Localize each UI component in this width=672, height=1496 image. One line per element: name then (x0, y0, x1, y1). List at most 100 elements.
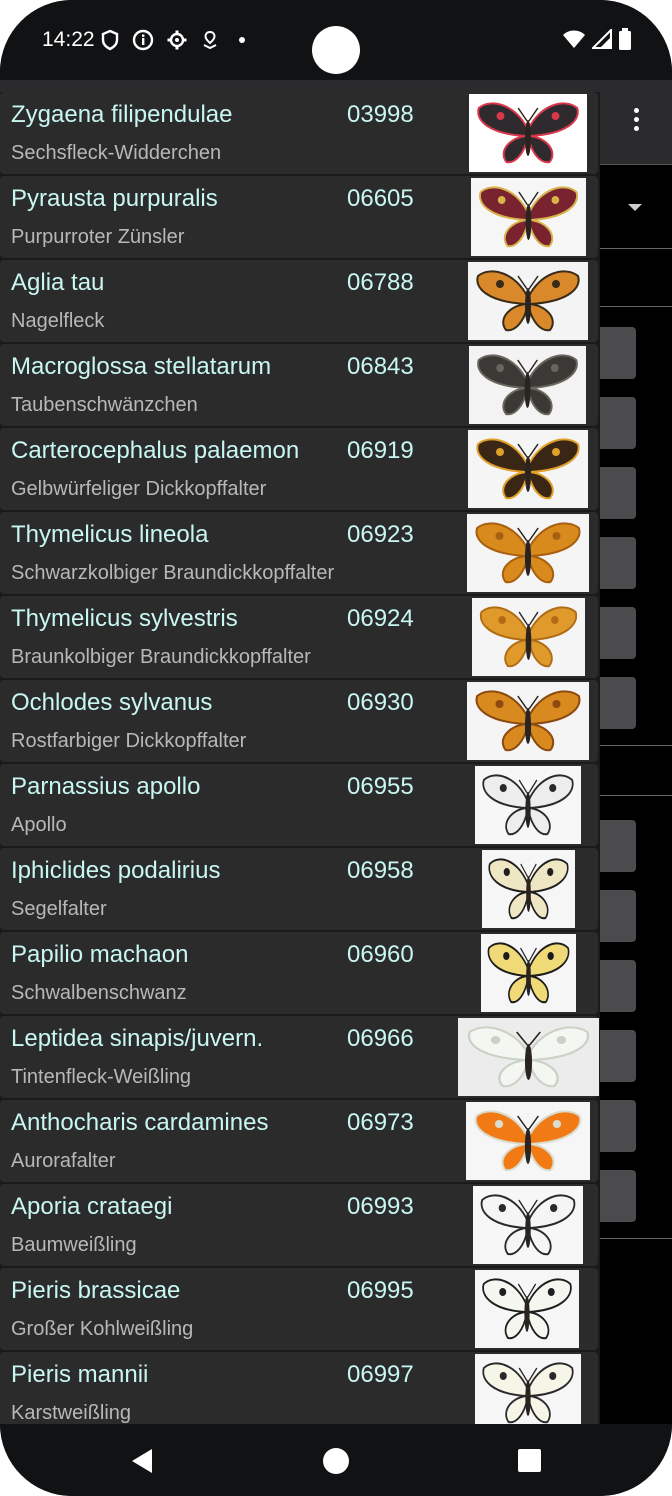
background-button[interactable] (596, 960, 636, 1012)
common-name: Braunkolbiger Braundickkopffalter (11, 646, 311, 668)
background-button[interactable] (596, 397, 636, 449)
list-item[interactable]: Iphiclides podalirius 06958 Segelfalter (0, 848, 598, 930)
background-button[interactable] (596, 537, 636, 589)
scientific-name: Iphiclides podalirius (11, 857, 221, 884)
species-code: 06788 (347, 269, 414, 296)
butterfly-thumbnail (473, 1186, 583, 1264)
common-name: Aurorafalter (11, 1150, 116, 1172)
status-bar: 14:22 (0, 0, 672, 80)
signal-icon (592, 29, 612, 49)
butterfly-thumbnail (482, 850, 575, 928)
settings-icon (167, 30, 187, 50)
divider (600, 795, 672, 796)
list-item[interactable]: Ochlodes sylvanus 06930 Rostfarbiger Dickk… (0, 680, 598, 762)
species-code: 06997 (347, 1361, 414, 1388)
divider (600, 1238, 672, 1239)
scientific-name: Pieris brassicae (11, 1277, 181, 1304)
common-name: Schwarzkolbiger Braundickkopffalter (11, 562, 335, 584)
scientific-name: Carterocephalus palaemon (11, 437, 300, 464)
scientific-name: Thymelicus lineola (11, 521, 209, 548)
butterfly-thumbnail (471, 178, 586, 256)
common-name: Purpurroter Zünsler (11, 226, 185, 248)
species-code: 06923 (347, 521, 414, 548)
background-button[interactable] (596, 607, 636, 659)
list-item[interactable]: Carterocephalus palaemon 06919 Gelbwürfeli… (0, 428, 598, 510)
battery-icon (619, 28, 631, 50)
background-button[interactable] (596, 1030, 636, 1082)
divider (600, 745, 672, 746)
background-button[interactable] (596, 890, 636, 942)
butterfly-thumbnail (469, 346, 586, 424)
species-code: 06995 (347, 1277, 414, 1304)
background-button[interactable] (596, 467, 636, 519)
overflow-menu-icon[interactable] (626, 108, 646, 136)
dropdown-arrow-icon[interactable] (628, 204, 642, 211)
species-list[interactable]: Zygaena filipendulae 03998 Sechsfleck-Widd… (0, 92, 600, 1424)
list-item[interactable]: Parnassius apollo 06955 Apollo (0, 764, 598, 846)
info-icon (132, 29, 154, 51)
list-item[interactable]: Zygaena filipendulae 03998 Sechsfleck-Widd… (0, 92, 598, 174)
list-item[interactable]: Aglia tau 06788 Nagelfleck (0, 260, 598, 342)
background-button[interactable] (596, 1170, 636, 1222)
navigation-bar (0, 1424, 672, 1496)
species-code: 06993 (347, 1193, 414, 1220)
divider (600, 306, 672, 307)
common-name: Baumweißling (11, 1234, 137, 1256)
background-button[interactable] (596, 327, 636, 379)
background-button[interactable] (596, 1100, 636, 1152)
home-icon[interactable] (323, 1448, 349, 1474)
background-button[interactable] (596, 820, 636, 872)
list-item[interactable]: Thymelicus lineola 06923 Schwarzkolbiger B… (0, 512, 598, 594)
wifi-icon (563, 30, 585, 48)
back-icon[interactable] (130, 1448, 154, 1474)
list-item[interactable]: Pyrausta purpuralis 06605 Purpurroter Züns… (0, 176, 598, 258)
scientific-name: Thymelicus sylvestris (11, 605, 238, 632)
scientific-name: Anthocharis cardamines (11, 1109, 269, 1136)
species-code: 06960 (347, 941, 414, 968)
butterfly-thumbnail (468, 430, 588, 508)
status-time: 14:22 (42, 28, 95, 51)
list-item[interactable]: Pieris brassicae 06995 Großer Kohlweißling (0, 1268, 598, 1350)
common-name: Tintenfleck-Weißling (11, 1066, 192, 1088)
species-code: 06605 (347, 185, 414, 212)
scientific-name: Leptidea sinapis/juvern. (11, 1025, 264, 1052)
species-code: 06973 (347, 1109, 414, 1136)
species-code: 06955 (347, 773, 414, 800)
scientific-name: Macroglossa stellatarum (11, 353, 272, 380)
list-item[interactable]: Pieris mannii 06997 Karstweißling (0, 1352, 598, 1424)
list-item[interactable]: Leptidea sinapis/juvern. 06966 Tintenfleck… (0, 1016, 599, 1098)
species-code: 03998 (347, 101, 414, 128)
status-icons-right (562, 28, 632, 50)
species-code: 06843 (347, 353, 414, 380)
common-name: Großer Kohlweißling (11, 1318, 194, 1340)
scientific-name: Ochlodes sylvanus (11, 689, 213, 716)
species-code: 06919 (347, 437, 414, 464)
common-name: Rostfarbiger Dickkopffalter (11, 730, 247, 752)
list-item[interactable]: Anthocharis cardamines 06973 Aurorafalter (0, 1100, 598, 1182)
common-name: Taubenschwänzchen (11, 394, 198, 416)
dot-icon (239, 37, 245, 43)
scientific-name: Aporia crataegi (11, 1193, 173, 1220)
butterfly-thumbnail (481, 934, 576, 1012)
common-name: Schwalbenschwanz (11, 982, 187, 1004)
location-icon (203, 30, 217, 50)
common-name: Karstweißling (11, 1402, 132, 1424)
status-icons-left (100, 29, 252, 51)
divider (600, 248, 672, 249)
device-frame: 14:22 Zygaena filipendulae 03998 Sechsfl… (0, 0, 672, 1496)
scientific-name: Parnassius apollo (11, 773, 201, 800)
species-code: 06930 (347, 689, 414, 716)
common-name: Nagelfleck (11, 310, 105, 332)
species-code: 06958 (347, 857, 414, 884)
butterfly-thumbnail (466, 1102, 590, 1180)
list-item[interactable]: Aporia crataegi 06993 Baumweißling (0, 1184, 598, 1266)
camera-cutout (312, 26, 360, 74)
list-item[interactable]: Papilio machaon 06960 Schwalbenschwanz (0, 932, 598, 1014)
recents-icon[interactable] (518, 1449, 541, 1472)
species-code: 06924 (347, 605, 414, 632)
background-button[interactable] (596, 677, 636, 729)
shield-icon (101, 29, 119, 51)
list-item[interactable]: Thymelicus sylvestris 06924 Braunkolbiger … (0, 596, 598, 678)
scientific-name: Aglia tau (11, 269, 105, 296)
list-item[interactable]: Macroglossa stellatarum 06843 Taubenschwän… (0, 344, 598, 426)
